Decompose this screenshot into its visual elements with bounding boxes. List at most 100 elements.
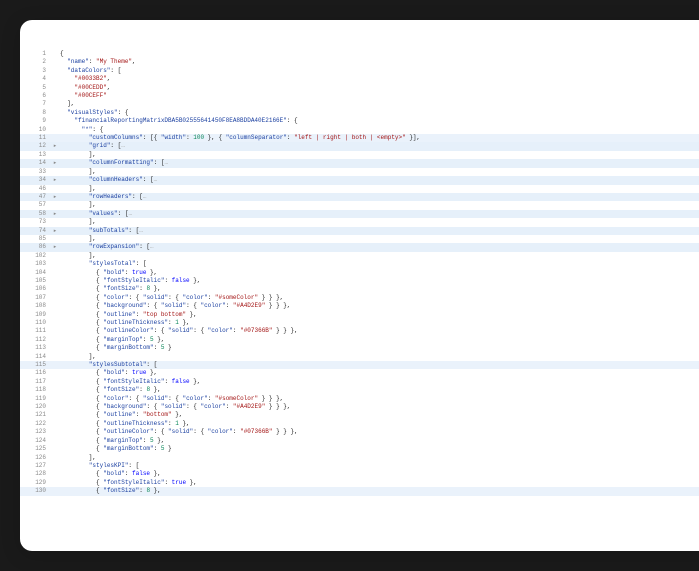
fold-toggle[interactable] bbox=[50, 294, 60, 302]
code-line[interactable]: 47▸ "rowHeaders": [… bbox=[20, 193, 699, 201]
code-line[interactable]: 33 ], bbox=[20, 168, 699, 176]
fold-toggle[interactable] bbox=[50, 411, 60, 419]
fold-toggle[interactable] bbox=[50, 84, 60, 92]
code-line[interactable]: 13 ], bbox=[20, 151, 699, 159]
fold-toggle[interactable]: ▸ bbox=[50, 210, 60, 218]
code-line[interactable]: 9 "financialReportingMatrixDBA5B02555641… bbox=[20, 117, 699, 125]
code-line[interactable]: 7 ], bbox=[20, 100, 699, 108]
fold-toggle[interactable]: ▸ bbox=[50, 159, 60, 167]
fold-toggle[interactable] bbox=[50, 185, 60, 193]
fold-toggle[interactable] bbox=[50, 302, 60, 310]
code-area[interactable]: 1{2 "name": "My Theme",3 "dataColors": [… bbox=[20, 50, 699, 551]
fold-toggle[interactable] bbox=[50, 369, 60, 377]
code-line[interactable]: 130 { "fontSize": 8 }, bbox=[20, 487, 699, 495]
fold-toggle[interactable] bbox=[50, 420, 60, 428]
code-line[interactable]: 121 { "outline": "bottom" }, bbox=[20, 411, 699, 419]
code-line[interactable]: 114 ], bbox=[20, 353, 699, 361]
code-line[interactable]: 103 "stylesTotal": [ bbox=[20, 260, 699, 268]
code-line[interactable]: 3 "dataColors": [ bbox=[20, 67, 699, 75]
fold-toggle[interactable] bbox=[50, 100, 60, 108]
code-line[interactable]: 119 { "color": { "solid": { "color": "#s… bbox=[20, 395, 699, 403]
fold-toggle[interactable] bbox=[50, 311, 60, 319]
chevron-right-icon[interactable]: ▸ bbox=[54, 244, 57, 250]
fold-toggle[interactable] bbox=[50, 252, 60, 260]
code-line[interactable]: 58▸ "values": [… bbox=[20, 210, 699, 218]
code-line[interactable]: 117 { "fontStyleItalic": false }, bbox=[20, 378, 699, 386]
code-line[interactable]: 2 "name": "My Theme", bbox=[20, 58, 699, 66]
code-line[interactable]: 57 ], bbox=[20, 201, 699, 209]
chevron-right-icon[interactable]: ▸ bbox=[54, 143, 57, 149]
fold-toggle[interactable] bbox=[50, 75, 60, 83]
fold-toggle[interactable] bbox=[50, 361, 60, 369]
fold-toggle[interactable] bbox=[50, 134, 60, 142]
code-line[interactable]: 1{ bbox=[20, 50, 699, 58]
code-line[interactable]: 125 { "marginBottom": 5 } bbox=[20, 445, 699, 453]
chevron-right-icon[interactable]: ▸ bbox=[54, 228, 57, 234]
fold-toggle[interactable] bbox=[50, 470, 60, 478]
fold-toggle[interactable] bbox=[50, 201, 60, 209]
code-line[interactable]: 10 "*": { bbox=[20, 126, 699, 134]
code-line[interactable]: 129 { "fontStyleItalic": true }, bbox=[20, 479, 699, 487]
chevron-right-icon[interactable]: ▸ bbox=[54, 211, 57, 217]
code-line[interactable]: 46 ], bbox=[20, 185, 699, 193]
code-line[interactable]: 126 ], bbox=[20, 454, 699, 462]
code-line[interactable]: 109 { "outline": "top bottom" }, bbox=[20, 311, 699, 319]
fold-toggle[interactable] bbox=[50, 487, 60, 495]
code-line[interactable]: 105 { "fontStyleItalic": false }, bbox=[20, 277, 699, 285]
code-line[interactable]: 124 { "marginTop": 5 }, bbox=[20, 437, 699, 445]
fold-toggle[interactable] bbox=[50, 218, 60, 226]
code-line[interactable]: 118 { "fontSize": 8 }, bbox=[20, 386, 699, 394]
fold-toggle[interactable] bbox=[50, 58, 60, 66]
fold-toggle[interactable] bbox=[50, 428, 60, 436]
fold-toggle[interactable] bbox=[50, 479, 60, 487]
code-line[interactable]: 5 "#00CEDD", bbox=[20, 84, 699, 92]
fold-toggle[interactable] bbox=[50, 344, 60, 352]
code-line[interactable]: 4 "#0033B2", bbox=[20, 75, 699, 83]
code-line[interactable]: 115 "stylesSubtotal": [ bbox=[20, 361, 699, 369]
code-line[interactable]: 113 { "marginBottom": 5 } bbox=[20, 344, 699, 352]
fold-toggle[interactable] bbox=[50, 319, 60, 327]
code-line[interactable]: 120 { "background": { "solid": { "color"… bbox=[20, 403, 699, 411]
fold-toggle[interactable] bbox=[50, 269, 60, 277]
code-line[interactable]: 34▸ "columnHeaders": [… bbox=[20, 176, 699, 184]
code-line[interactable]: 107 { "color": { "solid": { "color": "#s… bbox=[20, 294, 699, 302]
fold-toggle[interactable] bbox=[50, 126, 60, 134]
fold-toggle[interactable]: ▸ bbox=[50, 176, 60, 184]
fold-toggle[interactable] bbox=[50, 445, 60, 453]
code-line[interactable]: 74▸ "subTotals": [… bbox=[20, 227, 699, 235]
code-line[interactable]: 85 ], bbox=[20, 235, 699, 243]
chevron-right-icon[interactable]: ▸ bbox=[54, 177, 57, 183]
fold-toggle[interactable] bbox=[50, 235, 60, 243]
fold-toggle[interactable] bbox=[50, 462, 60, 470]
fold-toggle[interactable] bbox=[50, 386, 60, 394]
fold-toggle[interactable]: ▸ bbox=[50, 193, 60, 201]
code-line[interactable]: 6 "#00CEFF" bbox=[20, 92, 699, 100]
fold-toggle[interactable] bbox=[50, 353, 60, 361]
fold-toggle[interactable] bbox=[50, 109, 60, 117]
code-line[interactable]: 122 { "outlineThickness": 1 }, bbox=[20, 420, 699, 428]
code-line[interactable]: 86▸ "rowExpansion": [… bbox=[20, 243, 699, 251]
fold-toggle[interactable] bbox=[50, 277, 60, 285]
code-line[interactable]: 110 { "outlineThickness": 1 }, bbox=[20, 319, 699, 327]
fold-toggle[interactable] bbox=[50, 168, 60, 176]
fold-toggle[interactable] bbox=[50, 285, 60, 293]
fold-toggle[interactable] bbox=[50, 437, 60, 445]
code-line[interactable]: 112 { "marginTop": 5 }, bbox=[20, 336, 699, 344]
code-line[interactable]: 127 "stylesKPI": [ bbox=[20, 462, 699, 470]
fold-toggle[interactable] bbox=[50, 92, 60, 100]
code-line[interactable]: 128 { "bold": false }, bbox=[20, 470, 699, 478]
fold-toggle[interactable]: ▸ bbox=[50, 243, 60, 251]
code-line[interactable]: 8 "visualStyles": { bbox=[20, 109, 699, 117]
fold-toggle[interactable] bbox=[50, 117, 60, 125]
fold-toggle[interactable] bbox=[50, 378, 60, 386]
fold-toggle[interactable] bbox=[50, 336, 60, 344]
code-line[interactable]: 116 { "bold": true }, bbox=[20, 369, 699, 377]
code-line[interactable]: 123 { "outlineColor": { "solid": { "colo… bbox=[20, 428, 699, 436]
chevron-right-icon[interactable]: ▸ bbox=[54, 194, 57, 200]
code-line[interactable]: 73 ], bbox=[20, 218, 699, 226]
code-line[interactable]: 11 "customColumns": [{ "width": 100 }, {… bbox=[20, 134, 699, 142]
fold-toggle[interactable] bbox=[50, 151, 60, 159]
fold-toggle[interactable] bbox=[50, 395, 60, 403]
fold-toggle[interactable] bbox=[50, 403, 60, 411]
code-line[interactable]: 106 { "fontSize": 8 }, bbox=[20, 285, 699, 293]
